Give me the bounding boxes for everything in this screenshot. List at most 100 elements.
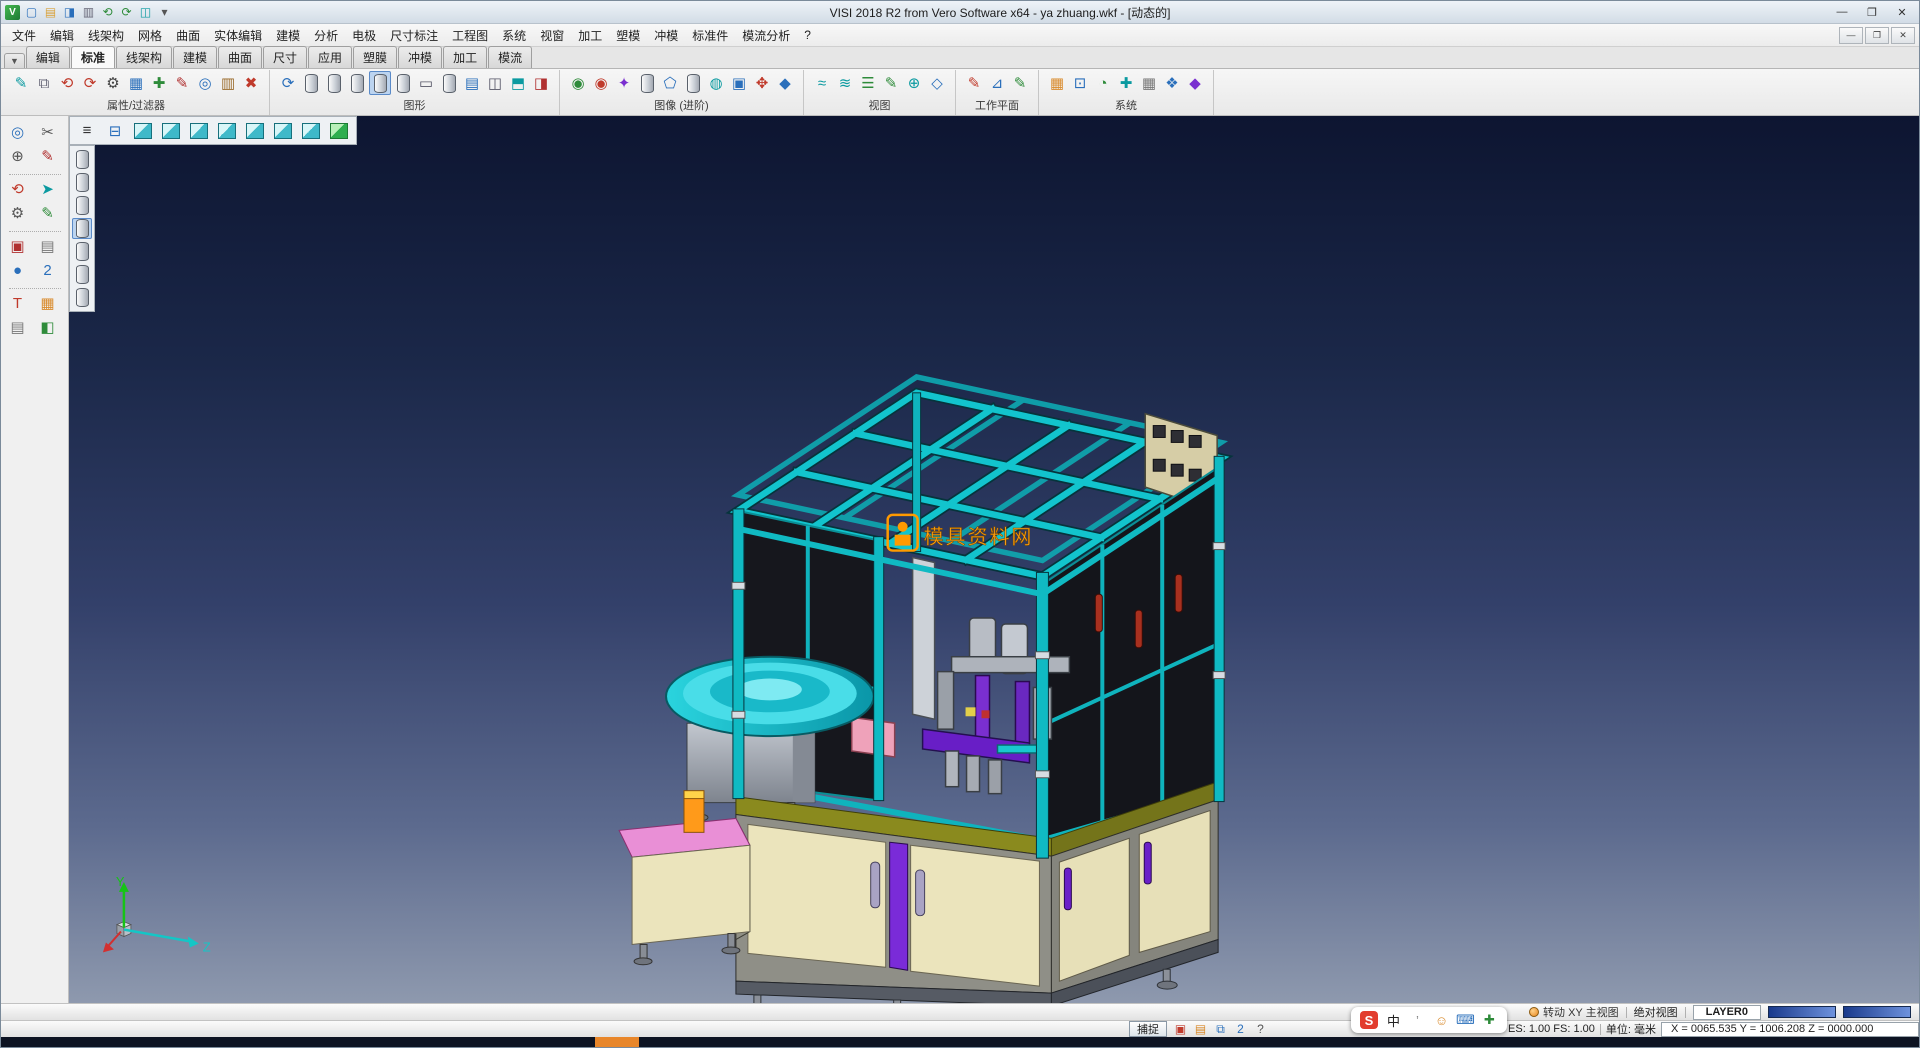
menu-item[interactable]: ? <box>797 26 818 44</box>
sidebar-tool-icon[interactable]: ▤ <box>7 316 29 338</box>
quick-access-icon[interactable]: ◫ <box>137 4 154 21</box>
tool-icon[interactable]: ▦ <box>125 71 147 95</box>
view-cube-icon[interactable] <box>214 119 240 142</box>
tool-icon[interactable]: ◆ <box>1184 71 1206 95</box>
tool-icon[interactable]: ◫ <box>484 71 506 95</box>
tool-icon[interactable]: ✎ <box>171 71 193 95</box>
sidebar-tool-icon[interactable]: ⟲ <box>7 178 29 200</box>
menu-item[interactable]: 建模 <box>269 25 307 46</box>
tool-icon[interactable]: ⬠ <box>659 71 681 95</box>
tool-icon[interactable]: ⚙ <box>102 71 124 95</box>
view-tool-icon[interactable]: ⊟ <box>102 119 128 142</box>
layer-color-bar-1[interactable] <box>1768 1006 1836 1018</box>
filter-cylinder-icon[interactable] <box>72 264 92 285</box>
mdi-restore-button[interactable]: ❐ <box>1865 27 1889 44</box>
ime-toolbar[interactable]: S 中’☺⌨✚ <box>1351 1007 1507 1033</box>
ime-icon[interactable]: 中 <box>1385 1013 1402 1028</box>
ime-icon[interactable]: ✚ <box>1481 1013 1498 1028</box>
tool-icon[interactable]: ✖ <box>240 71 262 95</box>
sidebar-tool-icon[interactable]: ▣ <box>7 235 29 257</box>
sidebar-tool-icon[interactable]: T <box>7 292 29 314</box>
tab-曲面[interactable]: 曲面 <box>218 46 262 68</box>
quick-access-icon[interactable]: ⟲ <box>99 4 116 21</box>
menu-item[interactable]: 系统 <box>495 25 533 46</box>
tool-icon[interactable]: ▭ <box>415 71 437 95</box>
ime-logo-icon[interactable]: S <box>1360 1011 1378 1029</box>
tool-icon[interactable]: ⊕ <box>903 71 925 95</box>
menu-item[interactable]: 冲模 <box>647 25 685 46</box>
ime-icon[interactable]: ⌨ <box>1457 1013 1474 1028</box>
sidebar-tool-icon[interactable]: ➤ <box>37 178 59 200</box>
tool-icon[interactable]: ◉ <box>590 71 612 95</box>
mdi-close-button[interactable]: ✕ <box>1891 27 1915 44</box>
menu-item[interactable]: 文件 <box>5 25 43 46</box>
view-cube-icon[interactable] <box>158 119 184 142</box>
minimize-button[interactable]: — <box>1827 2 1857 22</box>
quick-access-icon[interactable]: ▥ <box>80 4 97 21</box>
tab-冲模[interactable]: 冲模 <box>398 46 442 68</box>
tab-尺寸[interactable]: 尺寸 <box>263 46 307 68</box>
tool-icon[interactable]: ⟲ <box>56 71 78 95</box>
menu-item[interactable]: 实体编辑 <box>207 25 269 46</box>
tool-icon[interactable]: ▣ <box>728 71 750 95</box>
tab-标准[interactable]: 标准 <box>71 46 115 68</box>
tab-编辑[interactable]: 编辑 <box>26 46 70 68</box>
tool-icon[interactable]: ◉ <box>567 71 589 95</box>
tool-icon[interactable]: ▥ <box>217 71 239 95</box>
tool-icon[interactable] <box>300 71 322 95</box>
close-button[interactable]: ✕ <box>1887 2 1917 22</box>
tool-icon[interactable]: ✦ <box>613 71 635 95</box>
tool-icon[interactable]: ✎ <box>1009 71 1031 95</box>
tool-icon[interactable]: ✎ <box>10 71 32 95</box>
tool-icon[interactable] <box>323 71 345 95</box>
tool-icon[interactable]: ⟳ <box>79 71 101 95</box>
sidebar-tool-icon[interactable]: ▦ <box>37 292 59 314</box>
taskbar-item[interactable] <box>595 1037 639 1047</box>
view-cube-icon[interactable] <box>270 119 296 142</box>
tool-icon[interactable]: ◇ <box>926 71 948 95</box>
sidebar-tool-icon[interactable]: ◧ <box>37 316 59 338</box>
sidebar-tool-icon[interactable]: 2 <box>37 259 59 281</box>
sidebar-tool-icon[interactable]: ▤ <box>37 235 59 257</box>
menu-item[interactable]: 曲面 <box>169 25 207 46</box>
menu-item[interactable]: 标准件 <box>685 25 735 46</box>
tab-dropdown[interactable]: ▼ <box>4 53 25 68</box>
tab-塑膜[interactable]: 塑膜 <box>353 46 397 68</box>
sidebar-tool-icon[interactable]: ◎ <box>7 121 29 143</box>
filter-cylinder-icon[interactable] <box>72 195 92 216</box>
menu-item[interactable]: 模流分析 <box>735 25 797 46</box>
tool-icon[interactable]: ◆ <box>774 71 796 95</box>
sidebar-tool-icon[interactable]: ✎ <box>37 202 59 224</box>
tool-icon[interactable] <box>636 71 658 95</box>
tool-icon[interactable]: ✚ <box>1115 71 1137 95</box>
active-layer-badge[interactable]: LAYER0 <box>1693 1005 1761 1020</box>
tab-建模[interactable]: 建模 <box>173 46 217 68</box>
view-cube-icon[interactable] <box>186 119 212 142</box>
quick-access-icon[interactable]: ▤ <box>42 4 59 21</box>
filter-cylinder-icon[interactable] <box>72 241 92 262</box>
restore-button[interactable]: ❐ <box>1857 2 1887 22</box>
tool-icon[interactable]: ◍ <box>705 71 727 95</box>
sidebar-tool-icon[interactable]: ● <box>7 259 29 281</box>
menu-item[interactable]: 尺寸标注 <box>383 25 445 46</box>
tool-icon[interactable]: ◔ <box>1092 71 1114 95</box>
view-cube-icon[interactable] <box>242 119 268 142</box>
layer-color-bar-2[interactable] <box>1843 1006 1911 1018</box>
sidebar-tool-icon[interactable]: ✂ <box>37 121 59 143</box>
menu-item[interactable]: 电极 <box>345 25 383 46</box>
tab-加工[interactable]: 加工 <box>443 46 487 68</box>
view-mode-hint[interactable]: 转动 XY 主视图 <box>1529 1004 1619 1020</box>
sidebar-tool-icon[interactable]: ⊕ <box>7 145 29 167</box>
menu-item[interactable]: 工程图 <box>445 25 495 46</box>
menu-item[interactable]: 网格 <box>131 25 169 46</box>
tool-icon[interactable]: ◎ <box>194 71 216 95</box>
view-cube-icon[interactable] <box>130 119 156 142</box>
status-icon[interactable]: ? <box>1252 1022 1269 1037</box>
tool-icon[interactable]: ⊿ <box>986 71 1008 95</box>
tool-icon[interactable]: ≋ <box>834 71 856 95</box>
tool-icon[interactable] <box>438 71 460 95</box>
quick-access-icon[interactable]: ▾ <box>156 4 173 21</box>
view-tool-icon[interactable]: ≡ <box>74 119 100 142</box>
tool-icon[interactable]: ✎ <box>880 71 902 95</box>
tool-icon[interactable]: ▦ <box>1138 71 1160 95</box>
